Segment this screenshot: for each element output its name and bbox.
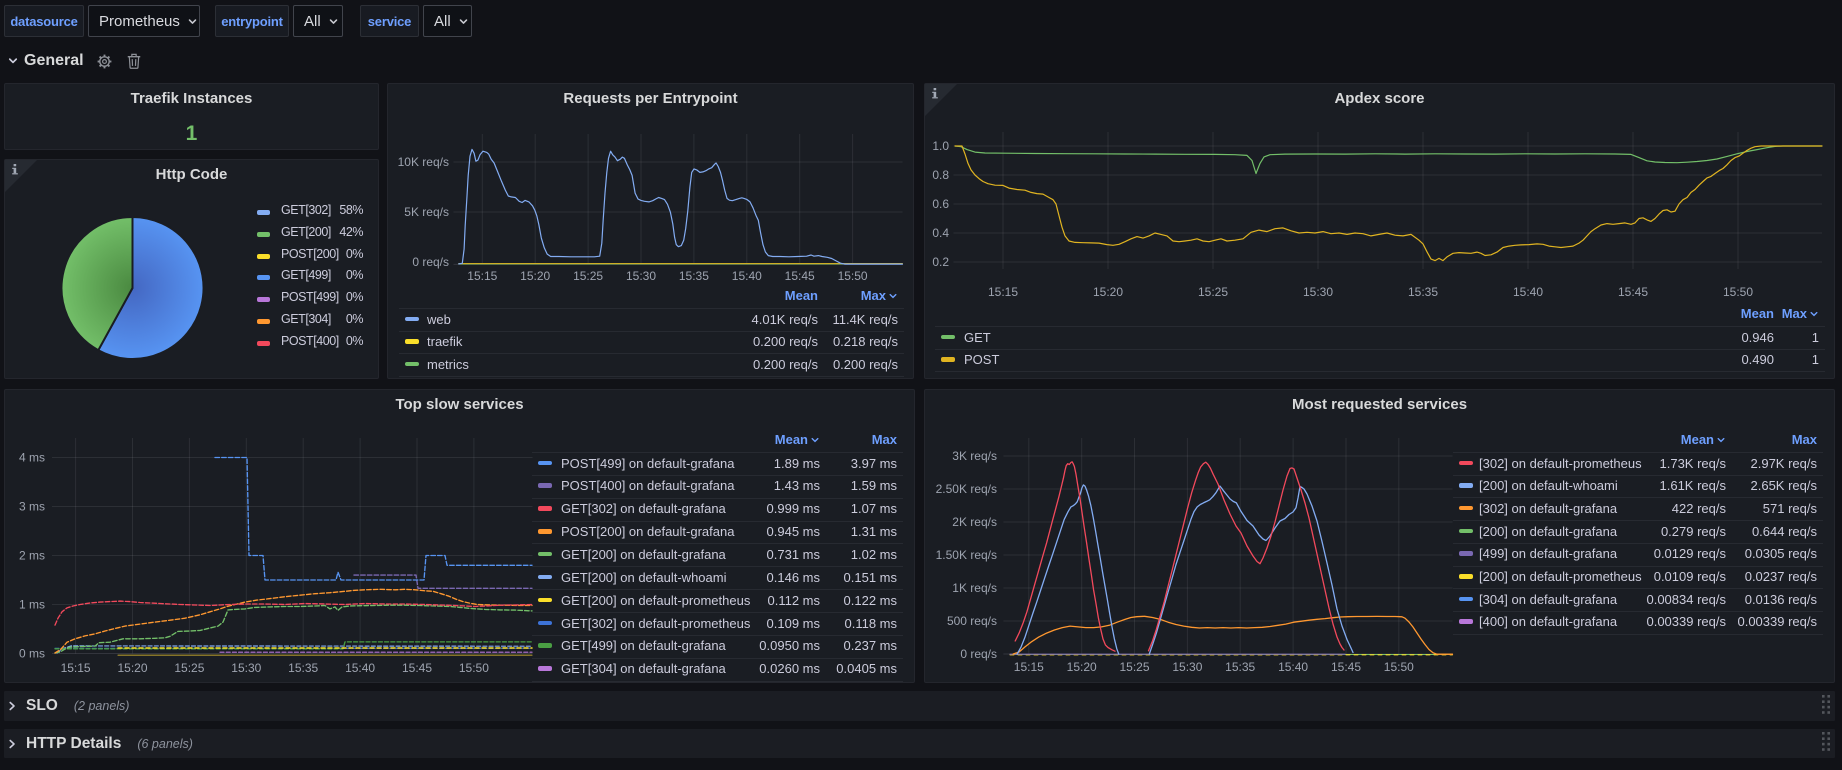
svg-text:10K req/s: 10K req/s [398,155,449,169]
svg-text:3K req/s: 3K req/s [952,449,997,463]
svg-text:15:20: 15:20 [117,661,147,675]
svg-text:15:30: 15:30 [1303,285,1333,299]
svg-text:3 ms: 3 ms [19,500,45,514]
svg-text:15:20: 15:20 [1093,285,1123,299]
svg-text:1.50K req/s: 1.50K req/s [936,548,997,562]
svg-text:15:25: 15:25 [573,269,603,283]
svg-text:0.6: 0.6 [932,197,949,211]
svg-text:15:45: 15:45 [1618,285,1648,299]
svg-text:15:35: 15:35 [1225,660,1255,674]
svg-text:15:50: 15:50 [838,269,868,283]
svg-text:15:25: 15:25 [174,661,204,675]
svg-text:15:40: 15:40 [1513,285,1543,299]
svg-text:15:15: 15:15 [467,269,497,283]
svg-text:15:40: 15:40 [345,661,375,675]
svg-text:0.8: 0.8 [932,168,949,182]
svg-text:15:40: 15:40 [1278,660,1308,674]
svg-text:5K req/s: 5K req/s [404,205,449,219]
svg-text:15:35: 15:35 [679,269,709,283]
svg-text:15:50: 15:50 [1723,285,1753,299]
svg-text:15:15: 15:15 [1014,660,1044,674]
svg-text:2.50K req/s: 2.50K req/s [936,482,997,496]
svg-text:15:35: 15:35 [1408,285,1438,299]
svg-text:15:30: 15:30 [1172,660,1202,674]
svg-text:15:45: 15:45 [402,661,432,675]
svg-text:15:50: 15:50 [459,661,489,675]
svg-text:15:20: 15:20 [1067,660,1097,674]
svg-text:4 ms: 4 ms [19,451,45,465]
svg-text:2K req/s: 2K req/s [952,515,997,529]
svg-text:15:30: 15:30 [231,661,261,675]
svg-text:15:50: 15:50 [1384,660,1414,674]
svg-text:1 ms: 1 ms [19,598,45,612]
svg-text:15:30: 15:30 [626,269,656,283]
svg-text:0.4: 0.4 [932,226,949,240]
svg-text:0 req/s: 0 req/s [960,647,997,661]
svg-text:15:15: 15:15 [61,661,91,675]
svg-text:1K req/s: 1K req/s [952,581,997,595]
svg-text:0 ms: 0 ms [19,647,45,661]
svg-text:15:45: 15:45 [1331,660,1361,674]
svg-text:15:35: 15:35 [288,661,318,675]
svg-text:15:40: 15:40 [732,269,762,283]
svg-text:0.2: 0.2 [932,255,949,269]
svg-text:15:25: 15:25 [1198,285,1228,299]
svg-text:2 ms: 2 ms [19,549,45,563]
svg-text:15:45: 15:45 [785,269,815,283]
svg-text:0 req/s: 0 req/s [412,255,449,269]
svg-text:15:20: 15:20 [520,269,550,283]
svg-text:15:15: 15:15 [988,285,1018,299]
svg-text:1.0: 1.0 [932,139,949,153]
svg-text:500 req/s: 500 req/s [947,614,997,628]
svg-text:15:25: 15:25 [1119,660,1149,674]
